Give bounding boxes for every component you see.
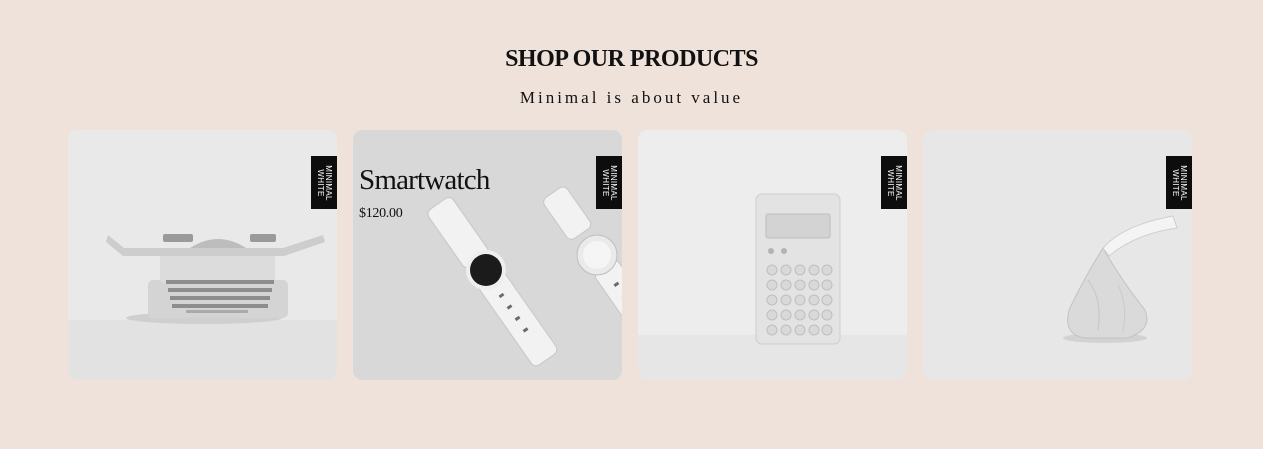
- product-card-typewriter[interactable]: MINIMAL WHITE: [68, 130, 337, 380]
- brand-badge: MINIMAL WHITE: [311, 156, 337, 209]
- product-card-calculator[interactable]: MINIMAL WHITE: [638, 130, 907, 380]
- section-title: SHOP OUR PRODUCTS: [505, 46, 758, 72]
- product-info: Smartwatch $120.00: [359, 164, 490, 222]
- product-grid: MINIMAL WHITE Smartwatch $120.00 MINIMAL…: [68, 130, 1192, 380]
- product-card-candy[interactable]: MINIMAL WHITE: [923, 130, 1192, 380]
- typewriter-image: [68, 130, 337, 380]
- brand-badge: MINIMAL WHITE: [881, 156, 907, 209]
- product-name[interactable]: Smartwatch: [359, 164, 490, 196]
- section-subtitle: Minimal is about value: [519, 88, 744, 107]
- product-card-smartwatch[interactable]: Smartwatch $120.00 MINIMAL WHITE: [353, 130, 622, 380]
- brand-badge: MINIMAL WHITE: [596, 156, 622, 209]
- product-price: $120.00: [359, 206, 403, 221]
- brand-badge: MINIMAL WHITE: [1166, 156, 1192, 209]
- calculator-image: [638, 130, 907, 380]
- kiss-candy-image: [923, 130, 1192, 380]
